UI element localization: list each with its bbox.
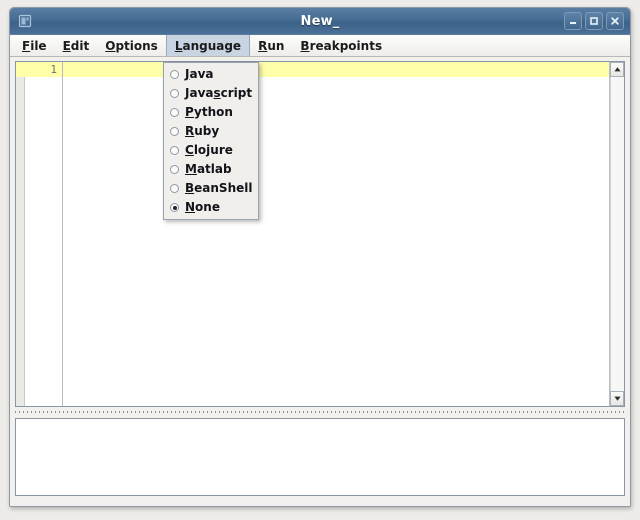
code-editor-pane[interactable]: 1 [15, 61, 625, 407]
radio-icon[interactable] [170, 108, 179, 117]
title-bar[interactable]: New_ [10, 8, 630, 35]
menu-run-label: Run [258, 38, 285, 53]
close-button[interactable] [606, 12, 624, 30]
pane-splitter[interactable] [15, 407, 625, 417]
menu-options-label: Options [105, 38, 158, 53]
menu-item-beanshell[interactable]: BeanShell [164, 179, 258, 198]
line-number-gutter: 1 [16, 62, 63, 406]
gutter-marker-strip[interactable] [16, 62, 25, 406]
menu-item-none-label: None [185, 200, 220, 214]
menu-item-matlab-label: Matlab [185, 162, 232, 176]
line-number: 1 [16, 62, 62, 77]
menu-bar: File Edit Options Language Run Breakpoin… [10, 35, 630, 57]
menu-item-matlab[interactable]: Matlab [164, 160, 258, 179]
radio-icon-selected[interactable] [170, 203, 179, 212]
menu-options[interactable]: Options [97, 35, 166, 56]
application-window: New_ File Edit Options Language Run Brea… [9, 7, 631, 507]
menu-breakpoints[interactable]: Breakpoints [292, 35, 390, 56]
menu-item-javascript-label: Javascript [185, 86, 253, 100]
menu-item-clojure[interactable]: Clojure [164, 141, 258, 160]
radio-icon[interactable] [170, 127, 179, 136]
editor-vertical-scrollbar[interactable] [609, 62, 624, 406]
radio-icon[interactable] [170, 70, 179, 79]
minimize-button[interactable] [564, 12, 582, 30]
window-title: New_ [300, 13, 340, 29]
menu-item-java-label: Java [185, 67, 214, 81]
menu-file[interactable]: File [14, 35, 55, 56]
radio-icon[interactable] [170, 184, 179, 193]
menu-item-python[interactable]: Python [164, 103, 258, 122]
application-window-icon [17, 13, 33, 29]
code-line[interactable] [63, 62, 609, 77]
menu-file-label: File [22, 38, 47, 53]
menu-edit[interactable]: Edit [55, 35, 98, 56]
radio-icon[interactable] [170, 146, 179, 155]
menu-language[interactable]: Language [165, 35, 251, 56]
menu-item-ruby-label: Ruby [185, 124, 220, 138]
output-console-pane[interactable] [15, 418, 625, 496]
output-text [16, 419, 624, 425]
language-dropdown-menu: Java Javascript Python Ruby Clojure Matl… [163, 62, 259, 220]
menu-item-javascript[interactable]: Javascript [164, 84, 258, 103]
menu-breakpoints-label: Breakpoints [300, 38, 383, 53]
menu-language-label: Language [174, 38, 242, 53]
main-content: 1 [10, 57, 630, 506]
menu-item-java[interactable]: Java [164, 65, 258, 84]
menu-item-clojure-label: Clojure [185, 143, 233, 157]
menu-item-ruby[interactable]: Ruby [164, 122, 258, 141]
menu-item-none[interactable]: None [164, 198, 258, 217]
menu-item-beanshell-label: BeanShell [185, 181, 253, 195]
menu-run[interactable]: Run [250, 35, 292, 56]
menu-edit-label: Edit [62, 38, 90, 53]
window-controls [564, 12, 624, 30]
maximize-button[interactable] [585, 12, 603, 30]
radio-icon[interactable] [170, 165, 179, 174]
code-text-area[interactable] [63, 62, 609, 406]
scrollbar-track[interactable] [610, 77, 624, 391]
menu-item-python-label: Python [185, 105, 233, 119]
scroll-down-icon[interactable] [610, 391, 624, 406]
scroll-up-icon[interactable] [610, 62, 624, 77]
radio-icon[interactable] [170, 89, 179, 98]
